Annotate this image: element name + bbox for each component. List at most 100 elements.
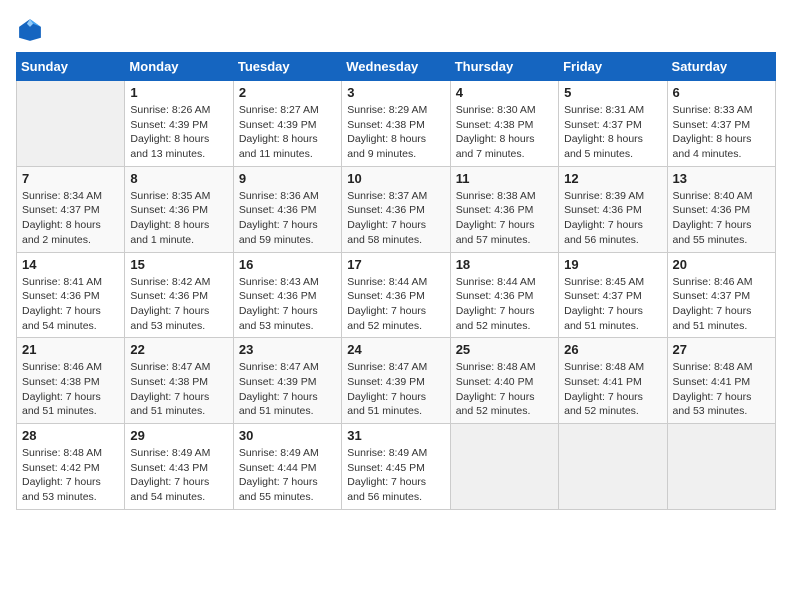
day-info: Sunrise: 8:46 AMSunset: 4:37 PMDaylight:… xyxy=(673,275,770,334)
calendar-cell: 5 Sunrise: 8:31 AMSunset: 4:37 PMDaylight… xyxy=(559,81,667,167)
day-info: Sunrise: 8:49 AMSunset: 4:43 PMDaylight:… xyxy=(130,446,227,505)
day-info: Sunrise: 8:40 AMSunset: 4:36 PMDaylight:… xyxy=(673,189,770,248)
day-number: 18 xyxy=(456,257,553,272)
calendar-cell: 21Sunrise: 8:46 AMSunset: 4:38 PMDayligh… xyxy=(17,338,125,424)
day-info: Sunrise: 8:48 AMSunset: 4:40 PMDaylight:… xyxy=(456,360,553,419)
calendar-cell: 24 Sunrise: 8:47 AMSunset: 4:39 PMDayligh… xyxy=(342,338,450,424)
day-number: 22 xyxy=(130,342,227,357)
calendar-cell: 25 Sunrise: 8:48 AMSunset: 4:40 PMDayligh… xyxy=(450,338,558,424)
day-info: Sunrise: 8:42 AMSunset: 4:36 PMDaylight:… xyxy=(130,275,227,334)
day-number: 17 xyxy=(347,257,444,272)
day-info: Sunrise: 8:45 AMSunset: 4:37 PMDaylight:… xyxy=(564,275,661,334)
day-info: Sunrise: 8:34 AMSunset: 4:37 PMDaylight:… xyxy=(22,189,119,248)
day-info: Sunrise: 8:44 AMSunset: 4:36 PMDaylight:… xyxy=(347,275,444,334)
day-number: 26 xyxy=(564,342,661,357)
day-number: 7 xyxy=(22,171,119,186)
header-day-saturday: Saturday xyxy=(667,53,775,81)
calendar-cell: 10 Sunrise: 8:37 AMSunset: 4:36 PMDayligh… xyxy=(342,166,450,252)
calendar-cell: 19 Sunrise: 8:45 AMSunset: 4:37 PMDayligh… xyxy=(559,252,667,338)
calendar-week-3: 14 Sunrise: 8:41 AMSunset: 4:36 PMDayligh… xyxy=(17,252,776,338)
day-number: 12 xyxy=(564,171,661,186)
calendar-cell: 18 Sunrise: 8:44 AMSunset: 4:36 PMDayligh… xyxy=(450,252,558,338)
calendar-cell: 1 Sunrise: 8:26 AMSunset: 4:39 PMDaylight… xyxy=(125,81,233,167)
calendar-cell: 7 Sunrise: 8:34 AMSunset: 4:37 PMDaylight… xyxy=(17,166,125,252)
calendar-cell: 12 Sunrise: 8:39 AMSunset: 4:36 PMDayligh… xyxy=(559,166,667,252)
day-number: 8 xyxy=(130,171,227,186)
day-info: Sunrise: 8:39 AMSunset: 4:36 PMDaylight:… xyxy=(564,189,661,248)
page-header xyxy=(16,16,776,44)
calendar-cell: 11 Sunrise: 8:38 AMSunset: 4:36 PMDayligh… xyxy=(450,166,558,252)
day-number: 1 xyxy=(130,85,227,100)
day-info: Sunrise: 8:48 AMSunset: 4:41 PMDaylight:… xyxy=(673,360,770,419)
day-number: 19 xyxy=(564,257,661,272)
calendar-cell xyxy=(17,81,125,167)
header-day-wednesday: Wednesday xyxy=(342,53,450,81)
day-info: Sunrise: 8:33 AMSunset: 4:37 PMDaylight:… xyxy=(673,103,770,162)
day-info: Sunrise: 8:27 AMSunset: 4:39 PMDaylight:… xyxy=(239,103,336,162)
day-number: 4 xyxy=(456,85,553,100)
header-day-thursday: Thursday xyxy=(450,53,558,81)
day-number: 28 xyxy=(22,428,119,443)
logo xyxy=(16,16,48,44)
calendar-cell: 20 Sunrise: 8:46 AMSunset: 4:37 PMDayligh… xyxy=(667,252,775,338)
calendar-cell: 29 Sunrise: 8:49 AMSunset: 4:43 PMDayligh… xyxy=(125,424,233,510)
day-info: Sunrise: 8:29 AMSunset: 4:38 PMDaylight:… xyxy=(347,103,444,162)
day-info: Sunrise: 8:31 AMSunset: 4:37 PMDaylight:… xyxy=(564,103,661,162)
day-number: 31 xyxy=(347,428,444,443)
day-info: Sunrise: 8:36 AMSunset: 4:36 PMDaylight:… xyxy=(239,189,336,248)
calendar-cell: 8 Sunrise: 8:35 AMSunset: 4:36 PMDaylight… xyxy=(125,166,233,252)
logo-icon xyxy=(16,16,44,44)
day-number: 27 xyxy=(673,342,770,357)
day-info: Sunrise: 8:35 AMSunset: 4:36 PMDaylight:… xyxy=(130,189,227,248)
calendar-cell: 17 Sunrise: 8:44 AMSunset: 4:36 PMDayligh… xyxy=(342,252,450,338)
day-number: 2 xyxy=(239,85,336,100)
day-number: 15 xyxy=(130,257,227,272)
day-info: Sunrise: 8:37 AMSunset: 4:36 PMDaylight:… xyxy=(347,189,444,248)
calendar-week-1: 1 Sunrise: 8:26 AMSunset: 4:39 PMDaylight… xyxy=(17,81,776,167)
day-info: Sunrise: 8:49 AMSunset: 4:44 PMDaylight:… xyxy=(239,446,336,505)
header-day-tuesday: Tuesday xyxy=(233,53,341,81)
calendar-cell: 27 Sunrise: 8:48 AMSunset: 4:41 PMDayligh… xyxy=(667,338,775,424)
day-number: 13 xyxy=(673,171,770,186)
day-number: 29 xyxy=(130,428,227,443)
calendar-cell: 16 Sunrise: 8:43 AMSunset: 4:36 PMDayligh… xyxy=(233,252,341,338)
day-number: 3 xyxy=(347,85,444,100)
day-number: 25 xyxy=(456,342,553,357)
day-info: Sunrise: 8:48 AMSunset: 4:42 PMDaylight:… xyxy=(22,446,119,505)
day-number: 24 xyxy=(347,342,444,357)
calendar-cell: 22 Sunrise: 8:47 AMSunset: 4:38 PMDayligh… xyxy=(125,338,233,424)
day-number: 9 xyxy=(239,171,336,186)
calendar-cell: 4 Sunrise: 8:30 AMSunset: 4:38 PMDaylight… xyxy=(450,81,558,167)
calendar-cell: 26 Sunrise: 8:48 AMSunset: 4:41 PMDayligh… xyxy=(559,338,667,424)
day-number: 14 xyxy=(22,257,119,272)
day-number: 16 xyxy=(239,257,336,272)
day-number: 30 xyxy=(239,428,336,443)
day-number: 5 xyxy=(564,85,661,100)
day-info: Sunrise: 8:43 AMSunset: 4:36 PMDaylight:… xyxy=(239,275,336,334)
day-info: Sunrise: 8:47 AMSunset: 4:39 PMDaylight:… xyxy=(347,360,444,419)
day-info: Sunrise: 8:26 AMSunset: 4:39 PMDaylight:… xyxy=(130,103,227,162)
day-number: 11 xyxy=(456,171,553,186)
day-info: Sunrise: 8:49 AMSunset: 4:45 PMDaylight:… xyxy=(347,446,444,505)
header-day-monday: Monday xyxy=(125,53,233,81)
day-info: Sunrise: 8:44 AMSunset: 4:36 PMDaylight:… xyxy=(456,275,553,334)
day-info: Sunrise: 8:41 AMSunset: 4:36 PMDaylight:… xyxy=(22,275,119,334)
day-info: Sunrise: 8:38 AMSunset: 4:36 PMDaylight:… xyxy=(456,189,553,248)
calendar-week-5: 28 Sunrise: 8:48 AMSunset: 4:42 PMDayligh… xyxy=(17,424,776,510)
calendar-cell: 13 Sunrise: 8:40 AMSunset: 4:36 PMDayligh… xyxy=(667,166,775,252)
day-number: 23 xyxy=(239,342,336,357)
header-day-sunday: Sunday xyxy=(17,53,125,81)
day-info: Sunrise: 8:47 AMSunset: 4:39 PMDaylight:… xyxy=(239,360,336,419)
day-info: Sunrise: 8:30 AMSunset: 4:38 PMDaylight:… xyxy=(456,103,553,162)
calendar-header-row: SundayMondayTuesdayWednesdayThursdayFrid… xyxy=(17,53,776,81)
day-info: Sunrise: 8:47 AMSunset: 4:38 PMDaylight:… xyxy=(130,360,227,419)
day-number: 6 xyxy=(673,85,770,100)
day-number: 10 xyxy=(347,171,444,186)
day-info: Sunrise: 8:48 AMSunset: 4:41 PMDaylight:… xyxy=(564,360,661,419)
calendar-cell: 28 Sunrise: 8:48 AMSunset: 4:42 PMDayligh… xyxy=(17,424,125,510)
header-day-friday: Friday xyxy=(559,53,667,81)
calendar-week-4: 21Sunrise: 8:46 AMSunset: 4:38 PMDayligh… xyxy=(17,338,776,424)
calendar-cell xyxy=(667,424,775,510)
calendar-cell: 6 Sunrise: 8:33 AMSunset: 4:37 PMDaylight… xyxy=(667,81,775,167)
day-number: 20 xyxy=(673,257,770,272)
